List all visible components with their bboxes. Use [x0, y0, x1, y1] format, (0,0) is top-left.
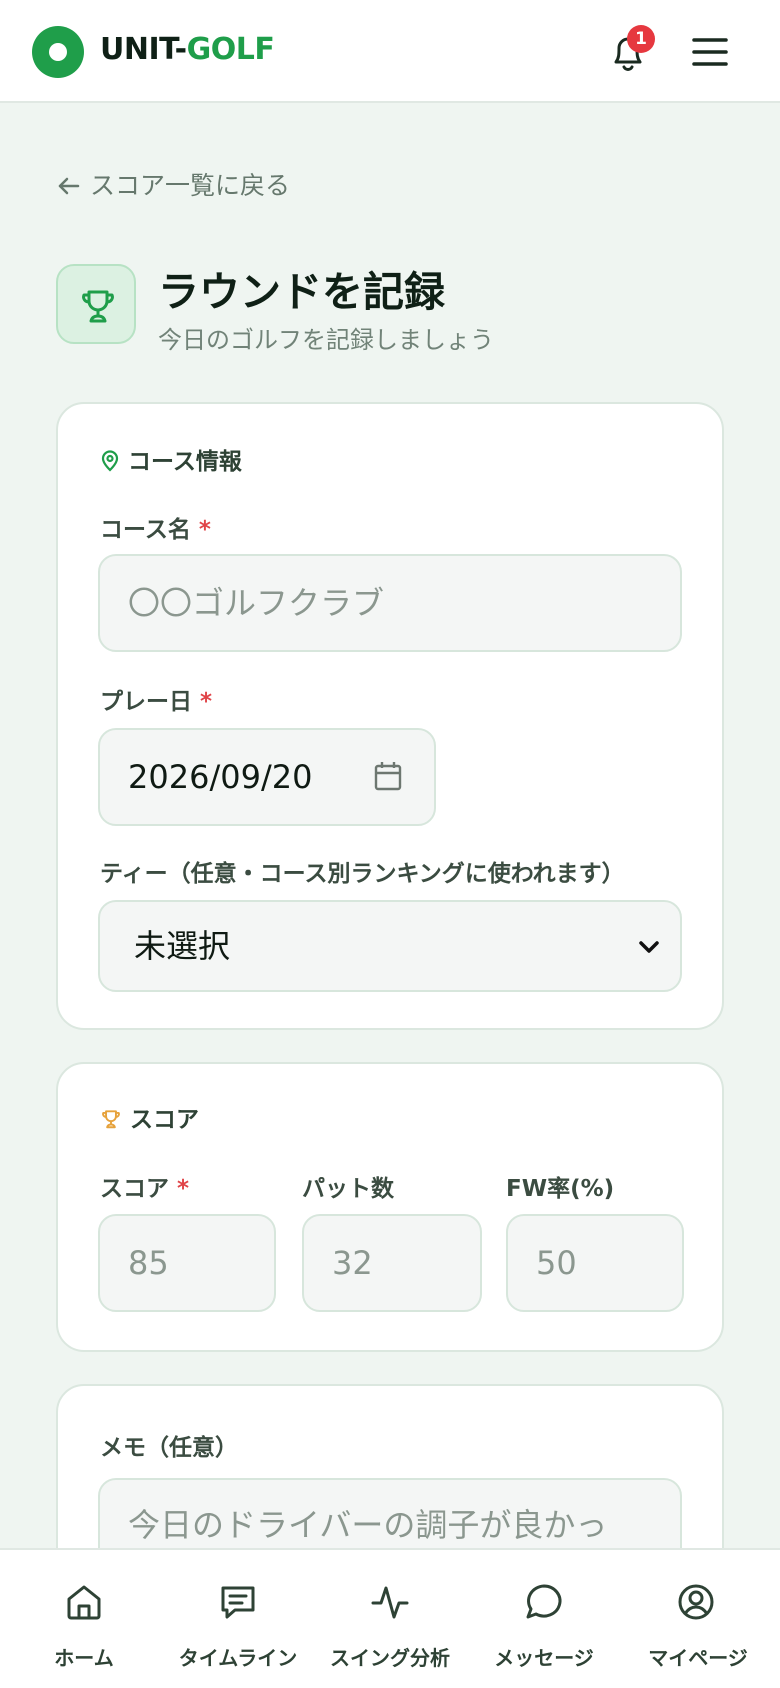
nav-home[interactable]: ホーム [0, 1550, 168, 1688]
message-icon [526, 1584, 562, 1619]
arrow-left-icon [58, 177, 80, 195]
logo-icon[interactable] [32, 26, 84, 78]
nav-swing-analysis[interactable]: スイング分析 [308, 1550, 472, 1688]
score-input[interactable]: 85 [98, 1214, 276, 1312]
score-card: スコア スコア * パット数 FW率(%) 85 32 50 [56, 1062, 724, 1352]
putts-label: パット数 [302, 1176, 394, 1202]
chevron-down-icon [639, 941, 659, 953]
map-pin-icon [101, 450, 119, 472]
page-subtitle: 今日のゴルフを記録しましょう [158, 326, 494, 354]
page-trophy-badge [56, 264, 136, 344]
putts-input[interactable]: 32 [302, 1214, 482, 1312]
nav-messages[interactable]: メッセージ [472, 1550, 616, 1688]
course-name-input[interactable]: 〇〇ゴルフクラブ [98, 554, 682, 652]
trophy-icon [82, 290, 114, 323]
brand-name[interactable]: UNIT-GOLF [100, 32, 275, 67]
play-date-label: プレー日 * [100, 689, 213, 715]
score-label: スコア * [100, 1176, 190, 1202]
play-date-input[interactable]: 2026/09/20 [98, 728, 436, 826]
activity-icon [371, 1586, 409, 1619]
memo-label: メモ（任意） [100, 1435, 238, 1461]
app-header: UNIT-GOLF 1 [0, 0, 780, 103]
trophy-icon [102, 1110, 120, 1129]
fw-rate-label: FW率(%) [506, 1176, 615, 1202]
timeline-icon [221, 1586, 255, 1619]
nav-timeline[interactable]: タイムライン [168, 1550, 308, 1688]
calendar-icon[interactable] [374, 761, 402, 791]
course-info-card: コース情報 コース名 * 〇〇ゴルフクラブ プレー日 * 2026/09/20 ティ… [56, 402, 724, 1030]
user-circle-icon [678, 1584, 714, 1620]
tee-label: ティー（任意・コース別ランキングに使われます） [100, 861, 625, 887]
nav-my-page[interactable]: マイページ [616, 1550, 780, 1688]
page-title: ラウンドを記録 [158, 268, 445, 316]
back-to-score-list-link[interactable]: スコア一覧に戻る [56, 166, 290, 202]
bottom-navigation: ホーム タイムライン スイング分析 メッセージ マイページ [0, 1548, 780, 1688]
notification-badge: 1 [627, 25, 655, 53]
fw-rate-input[interactable]: 50 [506, 1214, 684, 1312]
course-name-label: コース名 * [100, 517, 211, 543]
course-info-heading: コース情報 [100, 442, 242, 476]
tee-select[interactable]: 未選択 [98, 900, 682, 992]
home-icon [67, 1585, 101, 1620]
score-heading: スコア [100, 1100, 199, 1134]
hamburger-menu-icon[interactable] [690, 34, 730, 70]
